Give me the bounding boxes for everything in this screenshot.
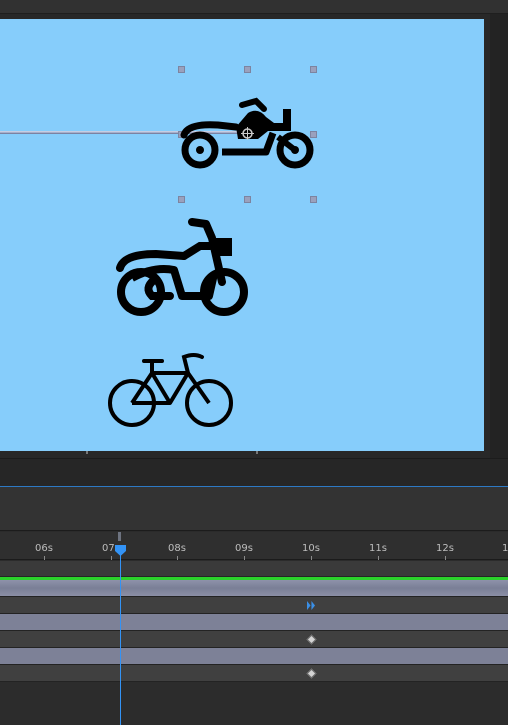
transform-handle[interactable]: [310, 196, 317, 203]
layer-bar-bicycle[interactable]: [0, 648, 508, 665]
top-toolbar-strip: [0, 0, 508, 14]
keyframe-icon[interactable]: [306, 668, 317, 679]
transform-handle[interactable]: [244, 66, 251, 73]
layer-bar-motorcycle[interactable]: [0, 580, 508, 597]
time-tick: [44, 556, 45, 560]
time-ruler[interactable]: 06s 07s 08s 09s 10s 11s 12s 1: [0, 532, 508, 560]
transform-handle[interactable]: [310, 66, 317, 73]
time-tick-label: 09s: [235, 543, 253, 554]
time-tick: [378, 556, 379, 560]
timeline-empty-area: [0, 682, 508, 725]
panel-divider[interactable]: [0, 458, 508, 486]
motorcycle-icon[interactable]: [114, 216, 254, 318]
property-row[interactable]: [0, 597, 508, 614]
anchor-point-icon[interactable]: [241, 127, 254, 140]
keyframe-selected-icon[interactable]: [307, 601, 315, 610]
timeline-toolbar: [0, 487, 508, 531]
transform-handle[interactable]: [244, 196, 251, 203]
time-tick-label: 08s: [168, 543, 186, 554]
keyframe-icon[interactable]: [306, 634, 317, 645]
time-tick: [111, 556, 112, 560]
transform-handle[interactable]: [178, 196, 185, 203]
property-row[interactable]: [0, 631, 508, 648]
work-area-bar[interactable]: [0, 561, 508, 577]
property-row[interactable]: [0, 665, 508, 682]
transform-handle[interactable]: [178, 66, 185, 73]
work-area-marker[interactable]: [118, 532, 121, 541]
time-tick-label: 11s: [369, 543, 387, 554]
viewer-scrollbar[interactable]: [490, 14, 508, 458]
time-tick: [311, 556, 312, 560]
time-tick-label: 10s: [302, 543, 320, 554]
playhead-icon[interactable]: [114, 545, 127, 557]
playhead-line[interactable]: [120, 549, 121, 725]
time-tick: [445, 556, 446, 560]
canvas-ruler-tick: [256, 451, 258, 454]
canvas-ruler-tick: [86, 451, 88, 454]
time-tick-label: 12s: [436, 543, 454, 554]
time-tick: [177, 556, 178, 560]
time-tick-label: 1: [502, 543, 508, 554]
time-tick-label: 06s: [35, 543, 53, 554]
bicycle-icon[interactable]: [108, 351, 236, 429]
composition-canvas[interactable]: [0, 19, 484, 451]
layer-bar-motorcycle-2[interactable]: [0, 614, 508, 631]
time-tick: [244, 556, 245, 560]
